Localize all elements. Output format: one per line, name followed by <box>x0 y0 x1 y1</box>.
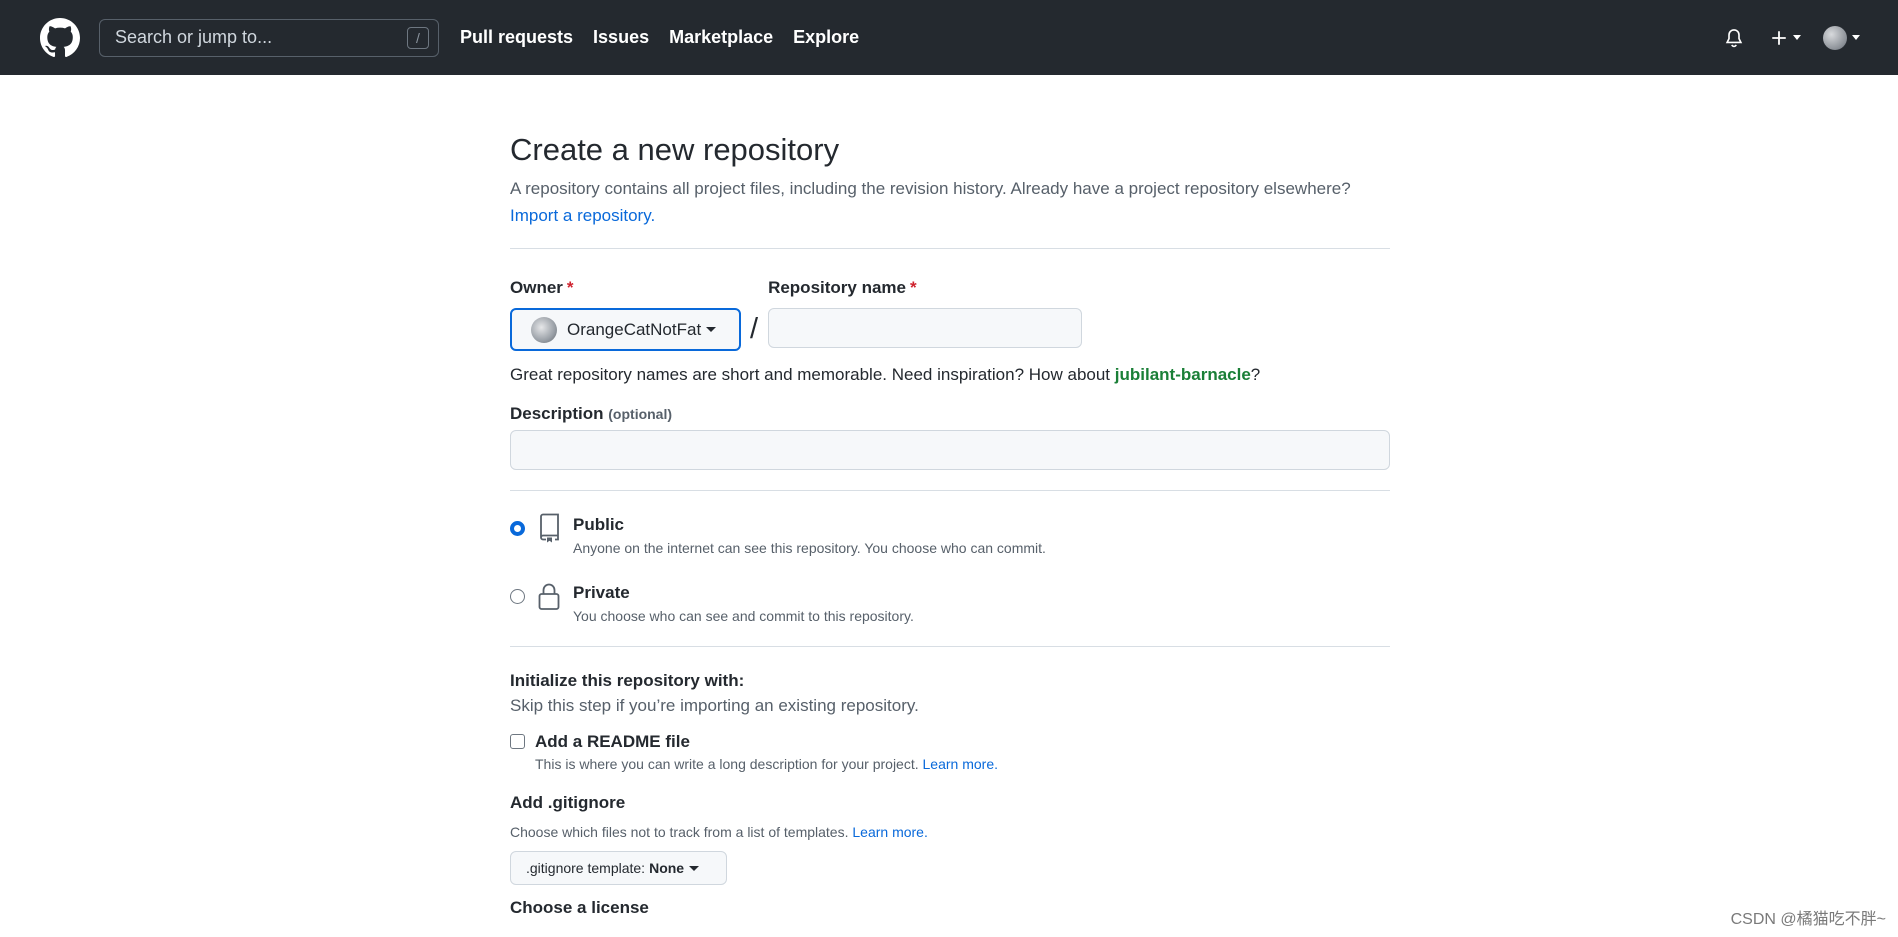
private-title: Private <box>573 583 630 602</box>
optional-tag: (optional) <box>608 406 673 422</box>
private-text: Private You choose who can see and commi… <box>573 581 914 626</box>
plus-icon <box>1772 30 1786 45</box>
main-nav: Pull requests Issues Marketplace Explore <box>460 27 879 48</box>
readme-learn-more-link[interactable]: Learn more. <box>923 756 998 772</box>
header-actions <box>1724 25 1860 50</box>
chevron-down-icon <box>689 865 700 871</box>
page-subtitle: A repository contains all project files,… <box>510 175 1390 229</box>
description-label-text: Description <box>510 404 604 423</box>
user-menu[interactable] <box>1823 25 1860 50</box>
search-shortcut-key: / <box>407 26 429 49</box>
hint-text: Great repository names are short and mem… <box>510 365 1115 384</box>
owner-group: Owner * OrangeCatNotFat <box>510 278 741 351</box>
gitignore-select-prefix: .gitignore template: <box>526 860 646 876</box>
chevron-down-icon <box>1793 35 1801 40</box>
nav-pull-requests[interactable]: Pull requests <box>460 27 573 48</box>
visibility-private-option[interactable]: Private You choose who can see and commi… <box>510 581 1390 626</box>
nav-marketplace[interactable]: Marketplace <box>669 27 773 48</box>
create-new-menu[interactable] <box>1770 29 1801 47</box>
nav-issues[interactable]: Issues <box>593 27 649 48</box>
private-desc: You choose who can see and commit to thi… <box>573 608 914 624</box>
public-text: Public Anyone on the internet can see th… <box>573 513 1046 558</box>
create-repo-form: Create a new repository A repository con… <box>510 75 1390 920</box>
description-group: Description (optional) <box>510 404 1390 470</box>
github-logo-icon[interactable] <box>40 17 80 58</box>
readme-desc: This is where you can write a long descr… <box>535 756 919 772</box>
repo-name-label-text: Repository name <box>768 278 906 297</box>
owner-repo-row: Owner * OrangeCatNotFat / Repository name… <box>510 278 1390 351</box>
owner-label-text: Owner <box>510 278 563 297</box>
divider <box>510 646 1390 647</box>
page-title: Create a new repository <box>510 132 840 167</box>
import-repository-link[interactable]: Import a repository. <box>510 206 655 225</box>
init-subtitle: Skip this step if you’re importing an ex… <box>510 696 919 715</box>
visibility-public-option[interactable]: Public Anyone on the internet can see th… <box>510 513 1390 558</box>
name-suggestion-link[interactable]: jubilant-barnacle <box>1115 365 1251 384</box>
divider <box>510 490 1390 491</box>
repo-name-label: Repository name * <box>768 278 1082 298</box>
chevron-down-icon <box>706 327 717 332</box>
gitignore-desc: Choose which files not to track from a l… <box>510 824 849 840</box>
lock-icon <box>537 581 563 616</box>
owner-avatar <box>531 316 557 343</box>
nav-explore[interactable]: Explore <box>793 27 859 48</box>
global-header: Search or jump to... / Pull requests Iss… <box>0 0 1898 75</box>
owner-repo-separator: / <box>750 313 759 345</box>
divider <box>510 248 1390 249</box>
readme-checkbox[interactable] <box>510 734 525 749</box>
required-mark: * <box>910 278 917 297</box>
subtitle-text: A repository contains all project files,… <box>510 179 1351 198</box>
description-label: Description (optional) <box>510 404 1390 424</box>
required-mark: * <box>566 278 574 297</box>
owner-label: Owner * <box>510 278 741 298</box>
readme-desc-row: This is where you can write a long descr… <box>535 754 998 774</box>
public-desc: Anyone on the internet can see this repo… <box>573 540 1046 556</box>
search-placeholder: Search or jump to... <box>115 27 273 47</box>
owner-select[interactable]: OrangeCatNotFat <box>510 308 741 351</box>
hint-suffix: ? <box>1250 365 1261 384</box>
search-input[interactable]: Search or jump to... / <box>99 18 439 57</box>
gitignore-select-value: None <box>649 860 685 876</box>
license-title: Choose a license <box>510 898 649 917</box>
chevron-down-icon <box>1852 35 1860 40</box>
readme-option[interactable]: Add a README file This is where you can … <box>510 730 1390 774</box>
private-radio[interactable] <box>510 589 525 604</box>
init-title: Initialize this repository with: <box>510 671 745 690</box>
repo-name-group: Repository name * <box>768 278 1083 351</box>
readme-label: Add a README file <box>535 732 690 751</box>
public-title: Public <box>573 515 625 534</box>
owner-name: OrangeCatNotFat <box>567 319 702 339</box>
watermark: CSDN @橘猫吃不胖~ <box>1730 911 1886 928</box>
public-radio[interactable] <box>510 521 525 536</box>
gitignore-section: Add .gitignore Choose which files not to… <box>510 791 1390 885</box>
repo-name-input[interactable] <box>768 308 1083 348</box>
repo-icon <box>537 513 563 548</box>
gitignore-title: Add .gitignore <box>510 793 626 812</box>
init-section: Initialize this repository with: Skip th… <box>510 669 1390 719</box>
gitignore-template-select[interactable]: .gitignore template: None <box>510 851 727 885</box>
readme-text: Add a README file This is where you can … <box>535 730 998 774</box>
gitignore-learn-more-link[interactable]: Learn more. <box>852 824 927 840</box>
avatar <box>1823 25 1847 50</box>
repo-name-hint: Great repository names are short and mem… <box>510 363 1390 387</box>
bell-icon[interactable] <box>1724 28 1744 48</box>
description-input[interactable] <box>510 430 1390 470</box>
gitignore-desc-row: Choose which files not to track from a l… <box>510 822 1390 842</box>
